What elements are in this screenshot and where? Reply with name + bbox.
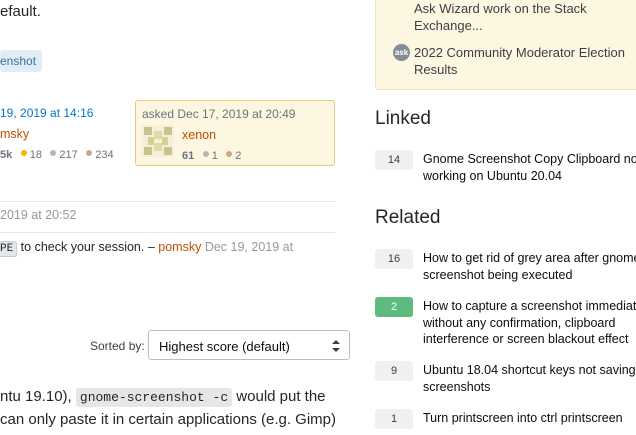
bronze-badge-icon: [86, 150, 93, 157]
comment-divider: [0, 201, 335, 202]
asked-user-stats: 61 1 2: [182, 146, 241, 164]
sort-label: Sorted by:: [90, 339, 145, 353]
comment-date[interactable]: Dec 19, 2019 at: [205, 240, 293, 254]
silver-badge-icon: [50, 150, 57, 157]
featured-link[interactable]: Ask Wizard work on the Stack Exchange...: [414, 0, 634, 34]
silver-badge-count: 1: [211, 150, 218, 162]
comment-body: to check your session. –: [17, 240, 155, 254]
gold-badge-icon: [20, 150, 27, 157]
comment-divider: [0, 232, 335, 233]
avatar[interactable]: [142, 125, 174, 157]
edited-time[interactable]: 19, 2019 at 14:16: [0, 106, 93, 120]
edited-user-stats: 5k 18 217 234: [0, 145, 114, 163]
linked-question-link[interactable]: Gnome Screenshot Copy Clipboard not work…: [423, 151, 636, 184]
bronze-badge-icon: [226, 151, 233, 158]
asked-signature: asked Dec 17, 2019 at 20:49 xenon 61 1 2: [135, 100, 335, 166]
bronze-badge-count: 2: [235, 150, 242, 162]
related-heading: Related: [375, 207, 441, 228]
related-score[interactable]: 16: [375, 249, 413, 269]
related-question-link[interactable]: Ubuntu 18.04 shortcut keys not saving sc…: [423, 362, 636, 395]
related-question-link[interactable]: Turn printscreen into ctrl printscreen: [423, 410, 636, 427]
sort-arrows-icon: [332, 340, 340, 352]
related-question-link[interactable]: How to capture a screenshot immediately …: [423, 298, 636, 348]
asked-user-link[interactable]: xenon: [182, 128, 216, 142]
answer-text-line: ntu 19.10), gnome-screenshot -c would pu…: [0, 388, 326, 407]
silver-badge-count: 217: [59, 149, 78, 161]
featured-link[interactable]: 2022 Community Moderator Election Result…: [414, 44, 636, 78]
comment: PE to check your session. – pomsky Dec 1…: [0, 240, 293, 257]
question-text-fragment: efault.: [0, 3, 41, 20]
linked-heading[interactable]: Linked: [375, 108, 431, 130]
linked-score[interactable]: 14: [375, 150, 413, 170]
related-score[interactable]: 9: [375, 361, 413, 381]
keyboard-key: PE: [0, 241, 18, 257]
reputation-score: 61: [182, 150, 195, 162]
inline-code: gnome-screenshot -c: [75, 388, 233, 407]
bronze-badge-count: 234: [95, 149, 114, 161]
gold-badge-count: 18: [29, 149, 42, 161]
tag-gnome-screenshot[interactable]: enshot: [0, 50, 43, 72]
comment-user-link[interactable]: pomsky: [158, 240, 201, 254]
edited-signature: 19, 2019 at 14:16 msky 5k 18 217 234: [0, 100, 127, 164]
related-question-link[interactable]: How to get rid of grey area after gnome …: [423, 250, 636, 283]
silver-badge-icon: [202, 151, 209, 158]
ask-meta-icon: ask: [393, 44, 410, 61]
sort-select[interactable]: Highest score (default): [148, 330, 350, 360]
sort-selected-value: Highest score (default): [159, 339, 290, 354]
answer-text-line: can only paste it in certain application…: [0, 411, 336, 428]
comment-date[interactable]: 2019 at 20:52: [0, 208, 76, 222]
edited-user-link[interactable]: msky: [0, 127, 29, 141]
asked-time[interactable]: asked Dec 17, 2019 at 20:49: [142, 107, 295, 121]
related-score-accepted[interactable]: 2: [375, 297, 413, 317]
featured-on-meta-box: Ask Wizard work on the Stack Exchange...…: [375, 0, 636, 90]
reputation-score: 5k: [0, 149, 13, 161]
related-score[interactable]: 1: [375, 409, 413, 429]
